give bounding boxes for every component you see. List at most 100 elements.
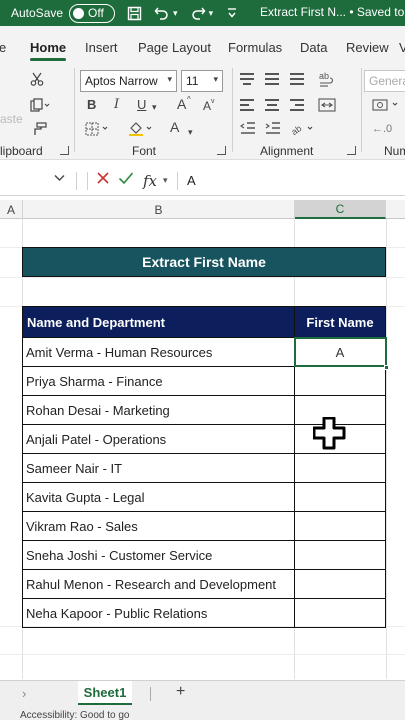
grow-font-button[interactable]: A (177, 97, 186, 111)
tab-insert[interactable]: Insert (85, 40, 118, 55)
toggle-knob (73, 7, 85, 19)
sheet-tab-bar: › Sheet1 + (0, 680, 405, 708)
customize-toolbar-icon[interactable] (227, 7, 237, 19)
autosave-toggle[interactable]: Off (69, 3, 116, 23)
redo-icon[interactable] (190, 6, 206, 20)
ribbon-separator (74, 68, 75, 152)
ribbon-tabs: e Home Insert Page Layout Formulas Data … (0, 26, 405, 62)
header-first-name[interactable]: First Name (295, 307, 385, 337)
decrease-decimal-icon[interactable]: ←.0 (372, 122, 392, 136)
name-dept-cell[interactable]: Sameer Nair - IT (23, 454, 295, 482)
name-dept-cell[interactable]: Anjali Patel - Operations (23, 425, 295, 453)
align-top-icon[interactable] (240, 72, 254, 86)
table-row: Neha Kapoor - Public Relations (23, 598, 385, 627)
font-size-value: 11 (186, 74, 199, 88)
ribbon: aste lipboard Aptos Narrow ▾ 11 ▾ B I U … (0, 62, 405, 160)
sheet-title-cell[interactable]: Extract First Name (22, 247, 386, 277)
document-title[interactable]: Extract First N... • Saved to t (260, 5, 405, 19)
align-middle-icon[interactable] (265, 72, 279, 86)
italic-button[interactable]: I (114, 98, 119, 112)
formula-input[interactable]: A (187, 173, 196, 188)
name-dept-cell[interactable]: Sneha Joshi - Customer Service (23, 541, 295, 569)
first-name-cell[interactable] (295, 483, 385, 511)
font-color-dropdown-icon[interactable]: ▾ (188, 125, 193, 139)
tab-formulas[interactable]: Formulas (228, 40, 282, 55)
cancel-entry-icon[interactable] (96, 171, 110, 190)
tab-data[interactable]: Data (300, 40, 327, 55)
first-name-cell[interactable] (295, 541, 385, 569)
first-name-cell[interactable] (295, 599, 385, 627)
fill-color-icon[interactable] (128, 122, 156, 138)
name-dept-cell[interactable]: Rahul Menon - Research and Development (23, 570, 295, 598)
table-row: Kavita Gupta - Legal (23, 482, 385, 511)
formula-separator (87, 172, 88, 190)
column-header-a[interactable]: A (0, 200, 23, 219)
save-icon[interactable] (127, 6, 142, 21)
paste-label[interactable]: aste (0, 112, 23, 126)
column-header-c[interactable]: C (295, 200, 386, 219)
insert-function-button[interactable]: fx (143, 172, 157, 190)
ribbon-separator (232, 68, 233, 152)
title-bar: AutoSave Off ▾ ▾ Extract First N... • Sa… (0, 0, 405, 26)
borders-icon[interactable] (85, 122, 111, 138)
tab-separator (150, 687, 151, 701)
header-name-department[interactable]: Name and Department (23, 307, 295, 337)
font-name-select[interactable]: Aptos Narrow ▾ (80, 70, 177, 92)
name-dept-cell[interactable]: Kavita Gupta - Legal (23, 483, 295, 511)
name-dept-cell[interactable]: Rohan Desai - Marketing (23, 396, 295, 424)
number-format-select[interactable]: Genera (364, 70, 405, 92)
align-bottom-icon[interactable] (290, 72, 304, 86)
add-sheet-button[interactable]: + (176, 683, 185, 701)
font-color-button[interactable]: A (170, 120, 179, 134)
undo-dropdown-icon[interactable]: ▾ (173, 8, 178, 19)
copy-icon[interactable] (30, 98, 50, 114)
table-row: Priya Sharma - Finance (23, 366, 385, 395)
name-dept-cell[interactable]: Neha Kapoor - Public Relations (23, 599, 295, 627)
align-left-icon[interactable] (240, 98, 254, 112)
cut-icon[interactable] (30, 72, 44, 88)
chevron-down-icon[interactable]: ▾ (163, 175, 168, 186)
svg-text:ab: ab (319, 71, 329, 81)
decrease-indent-icon[interactable] (240, 122, 256, 138)
chevron-down-icon[interactable] (54, 173, 65, 185)
currency-format-icon[interactable] (372, 98, 402, 114)
align-right-icon[interactable] (290, 98, 304, 112)
name-dept-cell[interactable]: Amit Verma - Human Resources (23, 338, 295, 366)
clipboard-launcher-icon[interactable] (60, 146, 69, 155)
font-size-select[interactable]: 11 ▾ (181, 70, 223, 92)
orientation-icon[interactable]: ab (289, 120, 316, 138)
confirm-entry-icon[interactable] (118, 171, 134, 190)
underline-button[interactable]: U (137, 98, 146, 112)
tab-view[interactable]: V (399, 40, 405, 55)
sheet-scroll-right-icon[interactable]: › (22, 686, 26, 701)
format-painter-icon[interactable] (31, 122, 47, 138)
first-name-cell[interactable] (295, 512, 385, 540)
increase-indent-icon[interactable] (265, 122, 281, 138)
tab-file[interactable]: e (0, 40, 6, 55)
name-dept-cell[interactable]: Priya Sharma - Finance (23, 367, 295, 395)
undo-icon[interactable] (154, 6, 170, 20)
tab-home[interactable]: Home (30, 40, 66, 55)
column-header-b[interactable]: B (23, 200, 295, 219)
alignment-launcher-icon[interactable] (347, 146, 356, 155)
active-cell-border (294, 337, 387, 367)
wrap-text-icon[interactable]: ab (318, 70, 336, 90)
table-header-row: Name and Department First Name (23, 307, 385, 337)
shrink-font-button[interactable]: A (203, 99, 211, 113)
formula-separator (76, 172, 77, 190)
first-name-cell[interactable] (295, 367, 385, 395)
name-dept-cell[interactable]: Vikram Rao - Sales (23, 512, 295, 540)
accessibility-status[interactable]: Accessibility: Good to go (20, 710, 130, 720)
first-name-cell[interactable]: A (294, 337, 389, 370)
align-center-icon[interactable] (265, 98, 279, 112)
first-name-cell[interactable] (295, 454, 385, 482)
redo-dropdown-icon[interactable]: ▾ (209, 8, 214, 19)
merge-center-icon[interactable] (318, 98, 336, 114)
tab-review[interactable]: Review (346, 40, 389, 55)
font-launcher-icon[interactable] (217, 146, 226, 155)
sheet-tab-sheet1[interactable]: Sheet1 (78, 681, 132, 705)
bold-button[interactable]: B (87, 98, 96, 112)
first-name-cell[interactable] (295, 570, 385, 598)
tab-page-layout[interactable]: Page Layout (138, 40, 211, 55)
underline-dropdown-icon[interactable]: ▾ (152, 100, 157, 114)
